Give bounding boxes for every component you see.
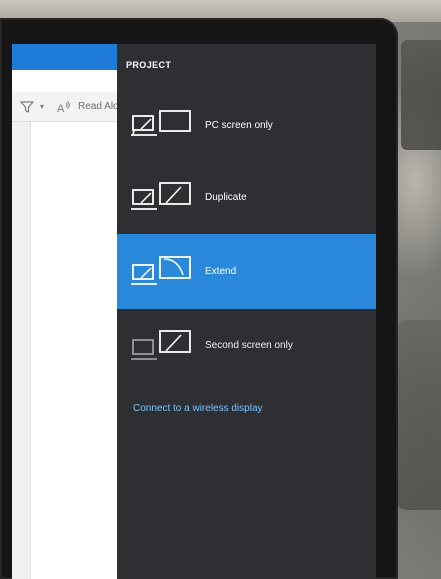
- app-sidebar: [12, 122, 31, 579]
- pc-screen-only-icon: [130, 106, 196, 146]
- svg-text:A: A: [57, 103, 65, 114]
- chevron-down-icon[interactable]: ▾: [40, 102, 44, 111]
- second-screen-only-icon: [130, 326, 196, 366]
- panel-title: PROJECT: [126, 60, 172, 70]
- laptop-screen: ▾ A Read Alo PROJECT PC screen only Dupl…: [12, 44, 376, 579]
- background-object: [401, 40, 441, 150]
- option-label: Extend: [205, 266, 237, 277]
- app-toolbar: ▾ A Read Alo: [12, 92, 119, 122]
- option-extend[interactable]: Extend: [117, 234, 376, 309]
- read-aloud-label[interactable]: Read Alo: [78, 101, 119, 112]
- extend-icon: [130, 252, 196, 292]
- duplicate-icon: [130, 178, 196, 218]
- application-window: ▾ A Read Alo: [12, 44, 119, 579]
- option-pc-screen-only[interactable]: PC screen only: [117, 88, 376, 163]
- project-panel: PROJECT PC screen only Duplicate Extend …: [117, 44, 376, 579]
- option-duplicate[interactable]: Duplicate: [117, 160, 376, 235]
- option-second-screen-only[interactable]: Second screen only: [117, 308, 376, 383]
- filter-icon[interactable]: [20, 99, 34, 115]
- option-label: Duplicate: [205, 192, 247, 203]
- connect-wireless-display-link[interactable]: Connect to a wireless display: [133, 403, 263, 414]
- option-label: PC screen only: [205, 120, 273, 131]
- background-object: [395, 320, 441, 510]
- app-title-bar: [12, 44, 117, 70]
- read-aloud-icon[interactable]: A: [56, 99, 72, 115]
- option-label: Second screen only: [205, 340, 293, 351]
